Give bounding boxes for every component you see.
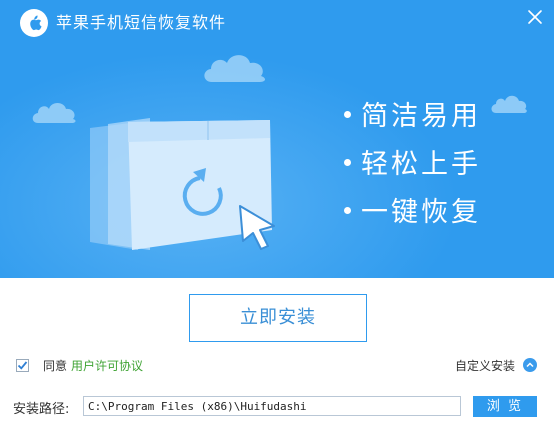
header-banner: 苹果手机短信恢复软件 简洁易用 轻松上手 一键恢复 [0, 0, 554, 278]
browse-button[interactable]: 浏 览 [473, 396, 537, 417]
agree-checkbox[interactable] [16, 358, 29, 372]
bullet-icon [344, 159, 351, 166]
install-path-input[interactable] [83, 396, 461, 416]
install-path-label: 安装路径: [13, 402, 70, 417]
feature-label: 简洁易用 [361, 101, 481, 132]
cloud-icon [204, 55, 266, 82]
feature-2: 轻松上手 [344, 148, 481, 182]
close-icon [528, 10, 542, 24]
feature-1: 简洁易用 [344, 100, 481, 134]
agree-label: 同意 [43, 358, 68, 373]
cloud-icon [32, 103, 76, 123]
feature-3: 一键恢复 [344, 196, 481, 230]
license-agreement-link[interactable]: 用户许可协议 [71, 357, 143, 374]
checkmark-icon [17, 360, 28, 370]
custom-install-toggle[interactable]: 自定义安装 [455, 356, 538, 374]
apple-logo-icon [20, 9, 48, 37]
install-now-button[interactable]: 立即安装 [189, 294, 367, 342]
bullet-icon [344, 207, 351, 214]
bullet-icon [344, 111, 351, 118]
agreement-row: 同意 用户许可协议 [16, 356, 143, 374]
window-title: 苹果手机短信恢复软件 [56, 13, 227, 32]
custom-install-label: 自定义安装 [455, 358, 516, 373]
close-button[interactable] [524, 6, 546, 28]
cloud-icon [491, 95, 527, 113]
chevron-up-icon [523, 358, 538, 372]
recovery-illustration [90, 118, 275, 250]
feature-label: 轻松上手 [361, 149, 481, 180]
feature-label: 一键恢复 [361, 197, 481, 228]
